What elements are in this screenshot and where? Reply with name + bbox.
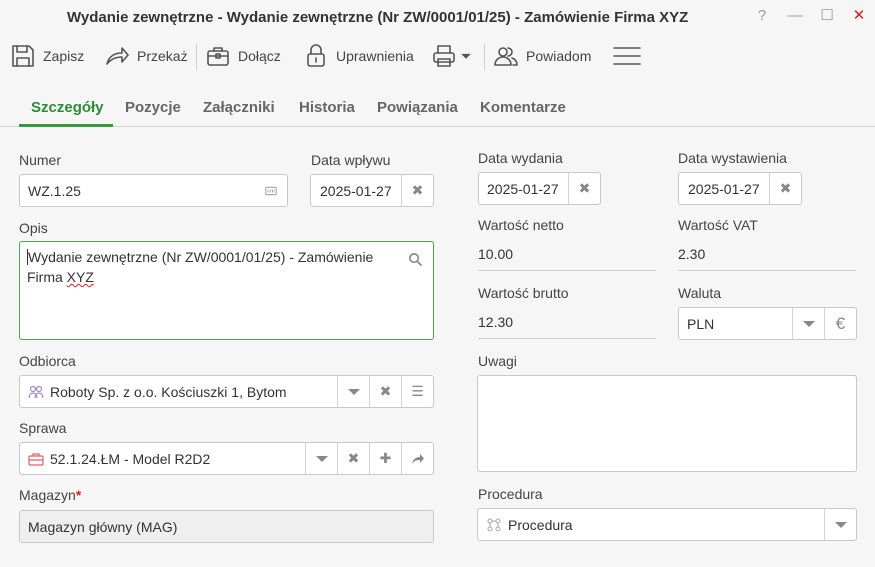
opis-text: Wydanie zewnętrzne (Nr ZW/0001/01/25) - … — [27, 249, 374, 285]
tab-komentarze[interactable]: Komentarze — [480, 99, 566, 116]
share-arrow-icon[interactable] — [401, 443, 433, 474]
waluta-label: Waluta — [678, 285, 722, 301]
dropdown-arrow-icon[interactable] — [792, 308, 824, 339]
forward-arrow-icon — [106, 47, 129, 65]
clear-icon[interactable]: ✖ — [568, 173, 600, 204]
waluta-value: PLN — [687, 315, 715, 332]
tab-bar: Szczegóły Pozycje Załączniki Historia Po… — [0, 88, 875, 127]
help-button[interactable]: ? — [750, 4, 774, 26]
dropdown-arrow-icon[interactable] — [824, 509, 856, 540]
window-title: Wydanie zewnętrzne - Wydanie zewnętrzne … — [67, 9, 689, 26]
minimize-button[interactable]: — — [783, 4, 807, 26]
permissions-label: Uprawnienia — [336, 48, 414, 64]
uwagi-label: Uwagi — [478, 353, 517, 369]
plus-icon[interactable]: ✚ — [369, 443, 401, 474]
notify-label: Powiadom — [526, 48, 592, 64]
odbiorca-label: Odbiorca — [19, 353, 76, 369]
maximize-button[interactable]: ☐ — [815, 4, 839, 26]
waluta-select[interactable]: PLN € — [678, 307, 857, 340]
close-button[interactable]: ✕ — [847, 4, 871, 26]
sprawa-value: 52.1.24.ŁM - Model R2D2 — [50, 450, 211, 467]
magazyn-value: Magazyn główny (MAG) — [28, 518, 178, 535]
euro-icon[interactable]: € — [824, 308, 856, 339]
clear-icon[interactable]: ✖ — [401, 175, 433, 206]
attach-label: Dołącz — [238, 48, 281, 64]
magazyn-label: Magazyn* — [19, 487, 82, 503]
wartosc-netto-value: 10.00 — [478, 246, 514, 262]
clear-icon[interactable]: ✖ — [369, 376, 401, 407]
wartosc-vat-label: Wartość VAT — [678, 217, 758, 233]
field-underline — [478, 338, 656, 339]
toolbar: Zapisz Przekaż Dołącz Uprawnienia Powiad… — [0, 36, 875, 76]
data-wplywu-value: 2025-01-27 — [320, 182, 392, 199]
clear-icon[interactable]: ✖ — [769, 173, 801, 204]
briefcase-icon — [207, 47, 229, 66]
uwagi-textarea[interactable] — [477, 375, 857, 472]
field-underline — [478, 270, 656, 271]
floppy-disk-icon — [12, 45, 34, 67]
numer-label: Numer — [19, 152, 62, 168]
odbiorca-field[interactable]: Roboty Sp. z o.o. Kościuszki 1, Bytom ✖ … — [19, 375, 434, 408]
toolbar-divider — [196, 44, 197, 70]
tab-powiazania[interactable]: Powiązania — [377, 99, 458, 116]
forward-label: Przekaż — [137, 48, 188, 64]
field-underline — [678, 270, 856, 271]
tab-zalaczniki[interactable]: Załączniki — [203, 99, 275, 116]
print-button[interactable] — [431, 41, 473, 71]
permissions-button[interactable]: Uprawnienia — [303, 41, 414, 71]
wartosc-brutto-value: 12.30 — [478, 314, 514, 330]
lock-icon — [307, 44, 325, 67]
sprawa-field[interactable]: 52.1.24.ŁM - Model R2D2 ✖ ✚ — [19, 442, 434, 475]
clear-icon[interactable]: ✖ — [337, 443, 369, 474]
printer-icon — [433, 45, 455, 67]
title-bar: Wydanie zewnętrzne - Wydanie zewnętrzne … — [0, 0, 875, 34]
data-wydania-label: Data wydania — [478, 150, 563, 166]
hamburger-menu-icon — [613, 47, 641, 65]
counter-icon[interactable] — [255, 175, 287, 206]
magazyn-field: Magazyn główny (MAG) — [19, 510, 434, 543]
dropdown-arrow-icon[interactable] — [337, 376, 369, 407]
tab-szczegoly[interactable]: Szczegóły — [31, 99, 104, 116]
wartosc-brutto-label: Wartość brutto — [478, 285, 569, 301]
data-wystawienia-label: Data wystawienia — [678, 150, 787, 166]
data-wydania-value: 2025-01-27 — [487, 180, 559, 197]
required-mark: * — [75, 487, 82, 503]
toolbar-divider — [484, 44, 485, 70]
procedura-select[interactable]: Procedura — [477, 508, 857, 541]
save-label: Zapisz — [43, 48, 85, 64]
forward-button[interactable]: Przekaż — [104, 41, 188, 71]
dropdown-arrow-icon[interactable] — [305, 443, 337, 474]
active-tab-indicator — [19, 124, 113, 127]
sprawa-label: Sprawa — [19, 420, 67, 436]
data-wplywu-label: Data wpływu — [311, 152, 391, 168]
caret-down-icon — [461, 53, 471, 59]
procedura-placeholder: Procedura — [508, 516, 573, 533]
attach-button[interactable]: Dołącz — [205, 41, 281, 71]
tab-pozycje[interactable]: Pozycje — [125, 99, 181, 116]
tab-historia[interactable]: Historia — [299, 99, 355, 116]
wartosc-vat-value: 2.30 — [678, 246, 706, 262]
odbiorca-value: Roboty Sp. z o.o. Kościuszki 1, Bytom — [50, 383, 287, 400]
opis-label: Opis — [19, 220, 48, 236]
opis-textarea[interactable]: Wydanie zewnętrzne (Nr ZW/0001/01/25) - … — [19, 241, 434, 340]
numer-value: WZ.1.25 — [28, 182, 81, 199]
save-button[interactable]: Zapisz — [10, 41, 84, 71]
search-icon[interactable] — [408, 252, 423, 267]
data-wystawienia-field[interactable]: 2025-01-27 ✖ — [678, 172, 802, 205]
numer-field[interactable]: WZ.1.25 — [19, 174, 288, 207]
users-icon — [494, 47, 518, 66]
wartosc-netto-label: Wartość netto — [478, 217, 564, 233]
data-wplywu-field[interactable]: 2025-01-27 ✖ — [310, 174, 434, 207]
procedura-label: Procedura — [478, 486, 543, 502]
list-icon[interactable]: ☰ — [401, 376, 433, 407]
data-wystawienia-value: 2025-01-27 — [688, 180, 760, 197]
menu-button[interactable] — [612, 41, 642, 71]
data-wydania-field[interactable]: 2025-01-27 ✖ — [478, 172, 601, 205]
notify-button[interactable]: Powiadom — [493, 41, 591, 71]
